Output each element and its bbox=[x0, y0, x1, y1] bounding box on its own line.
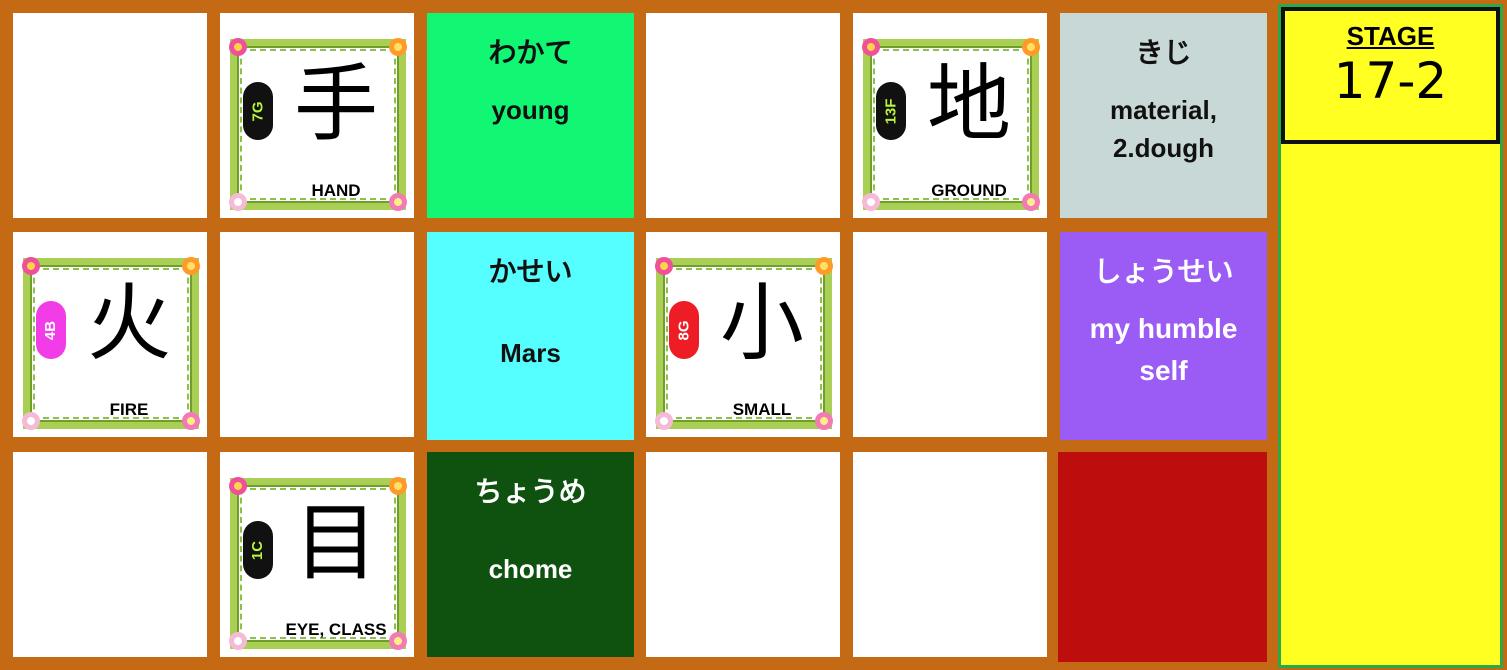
bamboo-frame: 4B 火 FIRE bbox=[22, 257, 200, 430]
word-tile-chome[interactable]: ちょうめ chome bbox=[427, 452, 634, 657]
flower-icon bbox=[22, 257, 40, 275]
kanji-card-small[interactable]: 8G 小 SMALL bbox=[646, 232, 840, 437]
word-meaning: Mars bbox=[500, 338, 561, 368]
word-tile-humble-self[interactable]: しょうせい my humble self bbox=[1060, 232, 1267, 440]
word-tile-mars[interactable]: かせい Mars bbox=[427, 232, 634, 440]
kanji-card-eye[interactable]: 1C 目 EYE, CLASS bbox=[220, 452, 414, 657]
word-reading: きじ bbox=[1135, 36, 1192, 69]
grade-badge: 13F bbox=[876, 82, 906, 140]
kanji-meaning-label: GROUND bbox=[931, 181, 1007, 200]
word-meaning: chome bbox=[488, 554, 573, 584]
flower-icon bbox=[862, 193, 880, 211]
word-tile-young[interactable]: わかて young bbox=[427, 13, 634, 218]
kanji-meaning-label: FIRE bbox=[109, 400, 149, 419]
grade-badge: 4B bbox=[36, 301, 66, 359]
bamboo-frame: 13F 地 GROUND bbox=[862, 38, 1040, 211]
red-tile[interactable] bbox=[1058, 452, 1267, 662]
kanji-character: 目 bbox=[293, 494, 378, 592]
stage-panel: STAGE 17-2 bbox=[1278, 4, 1503, 668]
kanji-character: 地 bbox=[926, 55, 1011, 153]
grade-badge: 8G bbox=[669, 301, 699, 359]
word-meaning: my humble self bbox=[1089, 313, 1238, 386]
blank-tile[interactable] bbox=[646, 13, 840, 218]
flower-icon bbox=[229, 477, 247, 495]
blank-tile[interactable] bbox=[853, 452, 1047, 657]
kanji-meaning-label: EYE, CLASS bbox=[285, 620, 387, 639]
flower-icon bbox=[862, 38, 880, 56]
kanji-meaning-label: HAND bbox=[311, 181, 361, 200]
flower-icon bbox=[229, 38, 247, 56]
flower-icon bbox=[229, 193, 247, 211]
bamboo-frame: 8G 小 SMALL bbox=[655, 257, 833, 430]
word-reading: ちょうめ bbox=[474, 475, 587, 508]
kanji-meaning-label: SMALL bbox=[732, 400, 792, 419]
grade-badge: 7G bbox=[243, 82, 273, 140]
flower-icon bbox=[655, 412, 673, 430]
blank-tile[interactable] bbox=[13, 13, 207, 218]
blank-tile[interactable] bbox=[646, 452, 840, 657]
word-meaning: young bbox=[491, 95, 570, 125]
flower-icon bbox=[229, 632, 247, 650]
word-tile-material[interactable]: きじ material, 2.dough bbox=[1060, 13, 1267, 218]
word-reading: かせい bbox=[488, 255, 573, 288]
word-reading: わかて bbox=[488, 36, 573, 69]
stage-label: STAGE bbox=[1346, 21, 1435, 51]
blank-tile[interactable] bbox=[853, 232, 1047, 437]
flower-icon bbox=[22, 412, 40, 430]
blank-tile[interactable] bbox=[13, 452, 207, 657]
stage-indicator: STAGE 17-2 bbox=[1281, 7, 1500, 144]
kanji-character: 小 bbox=[719, 274, 804, 372]
grade-badge: 1C bbox=[243, 521, 273, 579]
kanji-character: 手 bbox=[293, 55, 378, 153]
flower-icon bbox=[655, 257, 673, 275]
blank-tile[interactable] bbox=[220, 232, 414, 437]
kanji-card-fire[interactable]: 4B 火 FIRE bbox=[13, 232, 207, 437]
stage-number: 17-2 bbox=[1333, 52, 1448, 110]
bamboo-frame: 7G 手 HAND bbox=[229, 38, 407, 211]
word-reading: しょうせい bbox=[1093, 255, 1234, 288]
kanji-card-ground[interactable]: 13F 地 GROUND bbox=[853, 13, 1047, 218]
kanji-character: 火 bbox=[86, 274, 171, 372]
kanji-card-hand[interactable]: 7G 手 HAND bbox=[220, 13, 414, 218]
word-meaning: material, 2.dough bbox=[1110, 95, 1217, 163]
bamboo-frame: 1C 目 EYE, CLASS bbox=[229, 477, 407, 650]
